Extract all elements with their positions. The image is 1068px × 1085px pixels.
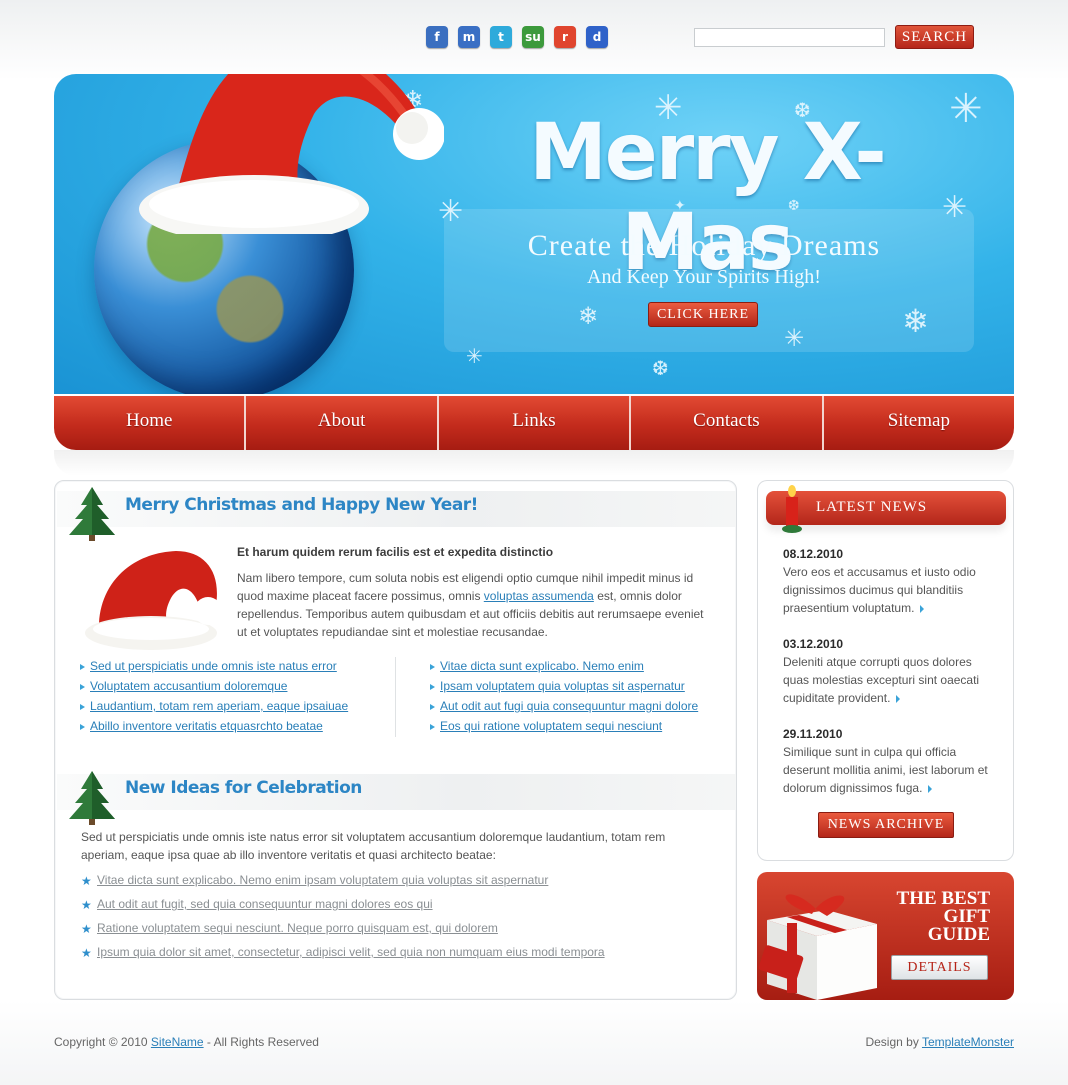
ideas-list: ★ Vitae dicta sunt explicabo. Nemo enim i… [81,873,605,969]
nav-home[interactable]: Home [54,396,247,450]
list-item: Voluptatem accusantium doloremque [80,679,348,699]
news-header: LATEST NEWS [766,485,1006,533]
news-date: 08.12.2010 [783,547,844,561]
news-archive-button[interactable]: NEWS ARCHIVE [818,812,954,838]
star-icon: ★ [81,898,92,912]
list-item: ★ Ratione voluptatem sequi nesciunt. Nequ… [81,921,605,945]
list-item: Eos qui ratione voluptatem sequi nesciun… [430,719,698,739]
list-item: ★ Vitae dicta sunt explicabo. Nemo enim i… [81,873,605,897]
list-item: Laudantium, totam rem aperiam, eaque ips… [80,699,348,719]
list-link[interactable]: Vitae dicta sunt explicabo. Nemo enim [440,659,644,673]
intro-link[interactable]: voluptas assumenda [484,589,594,603]
gift-title-line: GUIDE [927,924,990,945]
credits-text: Design by [865,1035,922,1049]
news-date: 29.11.2010 [783,727,843,741]
gift-guide-title: THE BEST GIFT GUIDE [850,889,990,945]
star-icon: ★ [81,874,92,888]
search-button[interactable]: SEARCH [895,25,974,49]
list-link[interactable]: Laudantium, totam rem aperiam, eaque ips… [90,699,348,713]
snowflake-icon: ✳ [949,86,983,132]
list-item: Abillo inventore veritatis etquasrchto b… [80,719,348,739]
arrow-right-icon[interactable] [896,694,901,703]
list-item: ★ Aut odit aut fugit, sed quia consequunt… [81,897,605,921]
candle-icon [782,485,802,533]
news-item: 03.12.2010 Deleniti atque corrupti quos … [783,635,995,707]
list-item: Ipsam voluptatem quia voluptas sit asper… [430,679,698,699]
link-list-right: Vitae dicta sunt explicabo. Nemo enim Ip… [430,659,698,739]
click-here-button[interactable]: CLICK HERE [648,302,758,327]
copyright-text: Copyright © 2010 [54,1035,151,1049]
facebook-icon[interactable]: f [426,26,448,48]
news-title: LATEST NEWS [816,499,928,515]
list-link[interactable]: Aut odit aut fugi quia consequuntur magn… [440,699,698,713]
banner-subtitle: Create the Holiday Dreams [527,229,881,262]
list-link[interactable]: Ipsam voluptatem quia voluptas sit asper… [440,679,685,693]
christmas-tree-icon [69,487,115,541]
section-header-christmas: Merry Christmas and Happy New Year! [57,491,736,527]
list-link[interactable]: Eos qui ratione voluptatem sequi nesciun… [440,719,662,733]
details-button[interactable]: DETAILS [891,955,988,980]
star-icon: ★ [81,922,92,936]
news-text: Deleniti atque corrupti quos dolores qua… [783,655,980,705]
footer-copyright: Copyright © 2010 SiteName - All Rights R… [54,1035,319,1049]
site-name-link[interactable]: SiteName [151,1035,204,1049]
delicious-icon[interactable]: d [586,26,608,48]
section-title-ideas: New Ideas for Celebration [125,778,362,798]
arrow-right-icon[interactable] [920,604,925,613]
social-icons: f m t su r d [426,26,608,48]
list-link[interactable]: Sed ut perspiciatis unde omnis iste natu… [90,659,337,673]
intro-heading: Et harum quidem rerum facilis est et exp… [237,545,554,559]
section-header-ideas: New Ideas for Celebration [57,774,736,810]
news-text: Similique sunt in culpa qui officia dese… [783,745,988,795]
news-item: 08.12.2010 Vero eos et accusamus et iust… [783,545,995,617]
snowflake-icon: ❆ [652,356,669,380]
section-title-christmas: Merry Christmas and Happy New Year! [125,495,478,515]
footer-credits: Design by TemplateMonster [865,1035,1014,1049]
search-input[interactable] [694,28,885,47]
nav-shadow [54,450,1014,476]
main-content-panel: Merry Christmas and Happy New Year! Et h… [54,480,737,1000]
link-list-left: Sed ut perspiciatis unde omnis iste natu… [80,659,348,739]
intro-paragraph: Nam libero tempore, cum soluta nobis est… [237,569,709,641]
gift-guide-panel: THE BEST GIFT GUIDE DETAILS [757,872,1014,1000]
stumbleupon-icon[interactable]: su [522,26,544,48]
list-item: ★ Ipsum quia dolor sit amet, consectetur,… [81,945,605,969]
idea-link[interactable]: Ipsum quia dolor sit amet, consectetur, … [97,945,605,959]
list-item: Aut odit aut fugi quia consequuntur magn… [430,699,698,719]
nav-sitemap[interactable]: Sitemap [823,396,1015,450]
list-item: Vitae dicta sunt explicabo. Nemo enim [430,659,698,679]
christmas-tree-icon [69,771,115,825]
idea-link[interactable]: Vitae dicta sunt explicabo. Nemo enim ip… [97,873,548,887]
santa-hat-image [139,74,444,234]
main-nav: Home About Links Contacts Sitemap [54,396,1015,450]
banner-tagline: And Keep Your Spirits High! [587,266,821,288]
santa-hat-photo [85,551,222,650]
list-link[interactable]: Abillo inventore veritatis etquasrchto b… [90,719,323,733]
latest-news-panel: LATEST NEWS 08.12.2010 Vero eos et accus… [757,480,1014,861]
twitter-icon[interactable]: t [490,26,512,48]
list-item: Sed ut perspiciatis unde omnis iste natu… [80,659,348,679]
news-text: Vero eos et accusamus et iusto odio dign… [783,565,976,615]
nav-contacts[interactable]: Contacts [631,396,824,450]
copyright-text: - All Rights Reserved [203,1035,319,1049]
nav-about[interactable]: About [246,396,439,450]
idea-link[interactable]: Aut odit aut fugit, sed quia consequuntu… [97,897,433,911]
news-date: 03.12.2010 [783,637,844,651]
list-link[interactable]: Voluptatem accusantium doloremque [90,679,287,693]
template-monster-link[interactable]: TemplateMonster [922,1035,1014,1049]
arrow-right-icon[interactable] [928,784,933,793]
column-divider [395,657,396,737]
ideas-intro: Sed ut perspiciatis unde omnis iste natu… [81,830,666,862]
star-icon: ★ [81,946,92,960]
nav-links[interactable]: Links [438,396,632,450]
news-item: 29.11.2010 Similique sunt in culpa qui o… [783,725,995,797]
hero-banner: ❄ ✳ ❆ ✳ ✳ ✦ ❆ ✳ ❄ ✳ ❄ ✳ ❆ Merry X-Mas Cr… [54,74,1014,394]
reddit-icon[interactable]: r [554,26,576,48]
myspace-icon[interactable]: m [458,26,480,48]
idea-link[interactable]: Ratione voluptatem sequi nesciunt. Neque… [97,921,498,935]
